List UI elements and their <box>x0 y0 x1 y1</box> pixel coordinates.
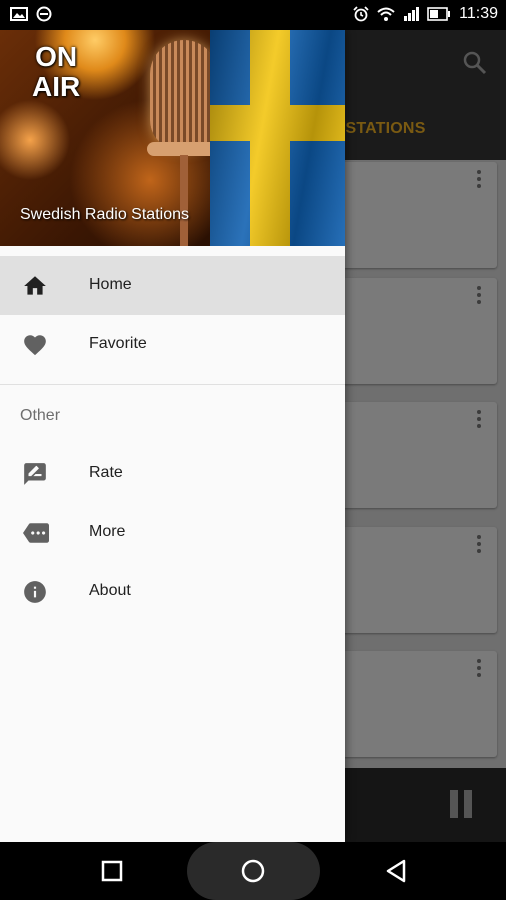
navigation-drawer: ON AIR Swedish Radio Stations Home Favor… <box>0 30 345 842</box>
menu-item-rate[interactable]: Rate <box>0 444 345 503</box>
menu-item-home[interactable]: Home <box>0 256 345 315</box>
drawer-header: ON AIR Swedish Radio Stations <box>0 30 345 246</box>
overflow-menu-icon <box>477 286 481 304</box>
more-label-icon <box>22 520 49 546</box>
battery-icon <box>427 7 451 21</box>
menu-item-label: Favorite <box>89 335 147 352</box>
microphone-stand <box>180 155 188 246</box>
overflow-menu-icon <box>477 170 481 188</box>
image-icon <box>10 7 28 21</box>
alarm-icon <box>353 6 369 22</box>
on-air-line2: AIR <box>32 71 81 102</box>
info-icon <box>22 579 48 605</box>
pause-icon <box>450 790 472 818</box>
menu-item-about[interactable]: About <box>0 562 345 621</box>
menu-item-label: About <box>89 582 131 599</box>
system-nav-bar <box>0 842 506 900</box>
section-label-other: Other <box>20 407 61 424</box>
menu-item-favorite[interactable]: Favorite <box>0 315 345 374</box>
on-air-badge: ON AIR <box>32 42 80 102</box>
overflow-menu-icon <box>477 535 481 553</box>
status-bar: 11:39 <box>0 0 506 30</box>
microphone-image <box>150 40 218 150</box>
wifi-icon <box>377 7 395 21</box>
home-icon <box>22 273 48 299</box>
search-icon <box>462 50 488 81</box>
menu-item-label: Rate <box>89 464 123 481</box>
heart-icon <box>22 332 48 358</box>
triangle-back-icon[interactable] <box>374 842 418 900</box>
no-entry-icon <box>36 6 52 22</box>
divider <box>0 384 345 385</box>
menu-item-label: More <box>89 523 126 540</box>
square-icon[interactable] <box>90 842 134 900</box>
signal-icon <box>403 7 420 21</box>
circle-home-icon[interactable] <box>231 842 275 900</box>
drawer-app-name: Swedish Radio Stations <box>20 206 189 223</box>
on-air-line1: ON <box>35 41 78 72</box>
rate-review-icon <box>22 461 48 487</box>
swedish-flag-image <box>210 30 345 246</box>
clock-time: 11:39 <box>459 5 498 22</box>
overflow-menu-icon <box>477 659 481 677</box>
menu-item-label: Home <box>89 276 132 293</box>
overflow-menu-icon <box>477 410 481 428</box>
menu-item-more[interactable]: More <box>0 503 345 562</box>
